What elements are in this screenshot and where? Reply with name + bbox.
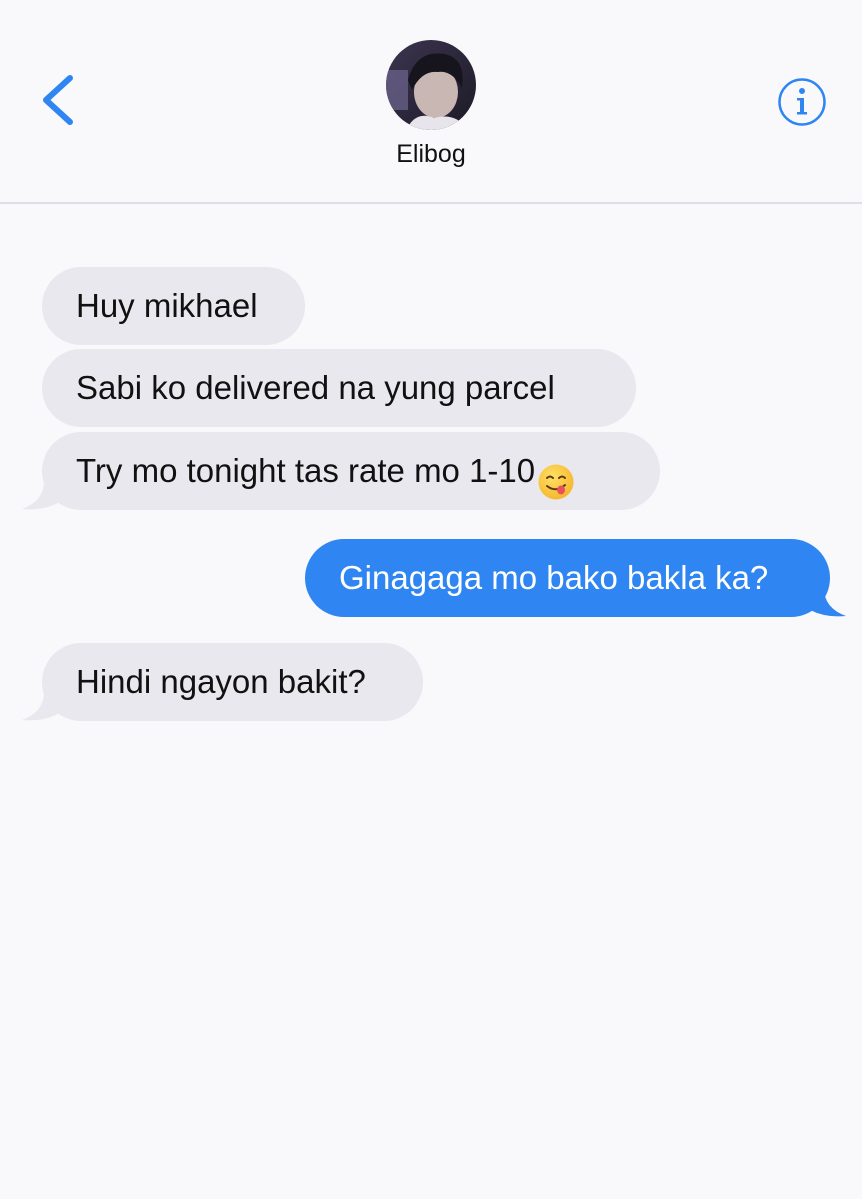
message-thread[interactable]: Huy mikhael Sabi ko delivered na yung pa… xyxy=(0,206,862,1199)
info-button[interactable] xyxy=(776,76,828,128)
info-circle-icon xyxy=(778,78,826,126)
bubble-tail xyxy=(810,588,846,617)
contact-name[interactable]: Elibog xyxy=(0,140,862,169)
message-text: Huy mikhael xyxy=(76,287,258,324)
bubble-tail xyxy=(22,481,58,510)
face-savoring-food-emoji xyxy=(537,451,575,500)
incoming-message-bubble[interactable]: Huy mikhael xyxy=(42,267,305,345)
message-text: Ginagaga mo bako bakla ka? xyxy=(339,559,769,596)
message-text: Try mo tonight tas rate mo 1-10 xyxy=(76,452,536,489)
message-text: Sabi ko delivered na yung parcel xyxy=(76,369,555,406)
chevron-left-icon xyxy=(43,75,73,125)
contact-avatar[interactable] xyxy=(386,40,476,130)
message-text: Hindi ngayon bakit? xyxy=(76,663,366,700)
avatar-photo xyxy=(386,40,476,130)
outgoing-message-bubble[interactable]: Ginagaga mo bako bakla ka? xyxy=(305,539,830,617)
back-button[interactable] xyxy=(36,70,86,130)
incoming-message-bubble[interactable]: Try mo tonight tas rate mo 1-10 xyxy=(42,432,660,510)
incoming-message-bubble[interactable]: Sabi ko delivered na yung parcel xyxy=(42,349,636,427)
bubble-tail xyxy=(22,692,58,721)
conversation-header: Elibog xyxy=(0,0,862,204)
incoming-message-bubble[interactable]: Hindi ngayon bakit? xyxy=(42,643,423,721)
